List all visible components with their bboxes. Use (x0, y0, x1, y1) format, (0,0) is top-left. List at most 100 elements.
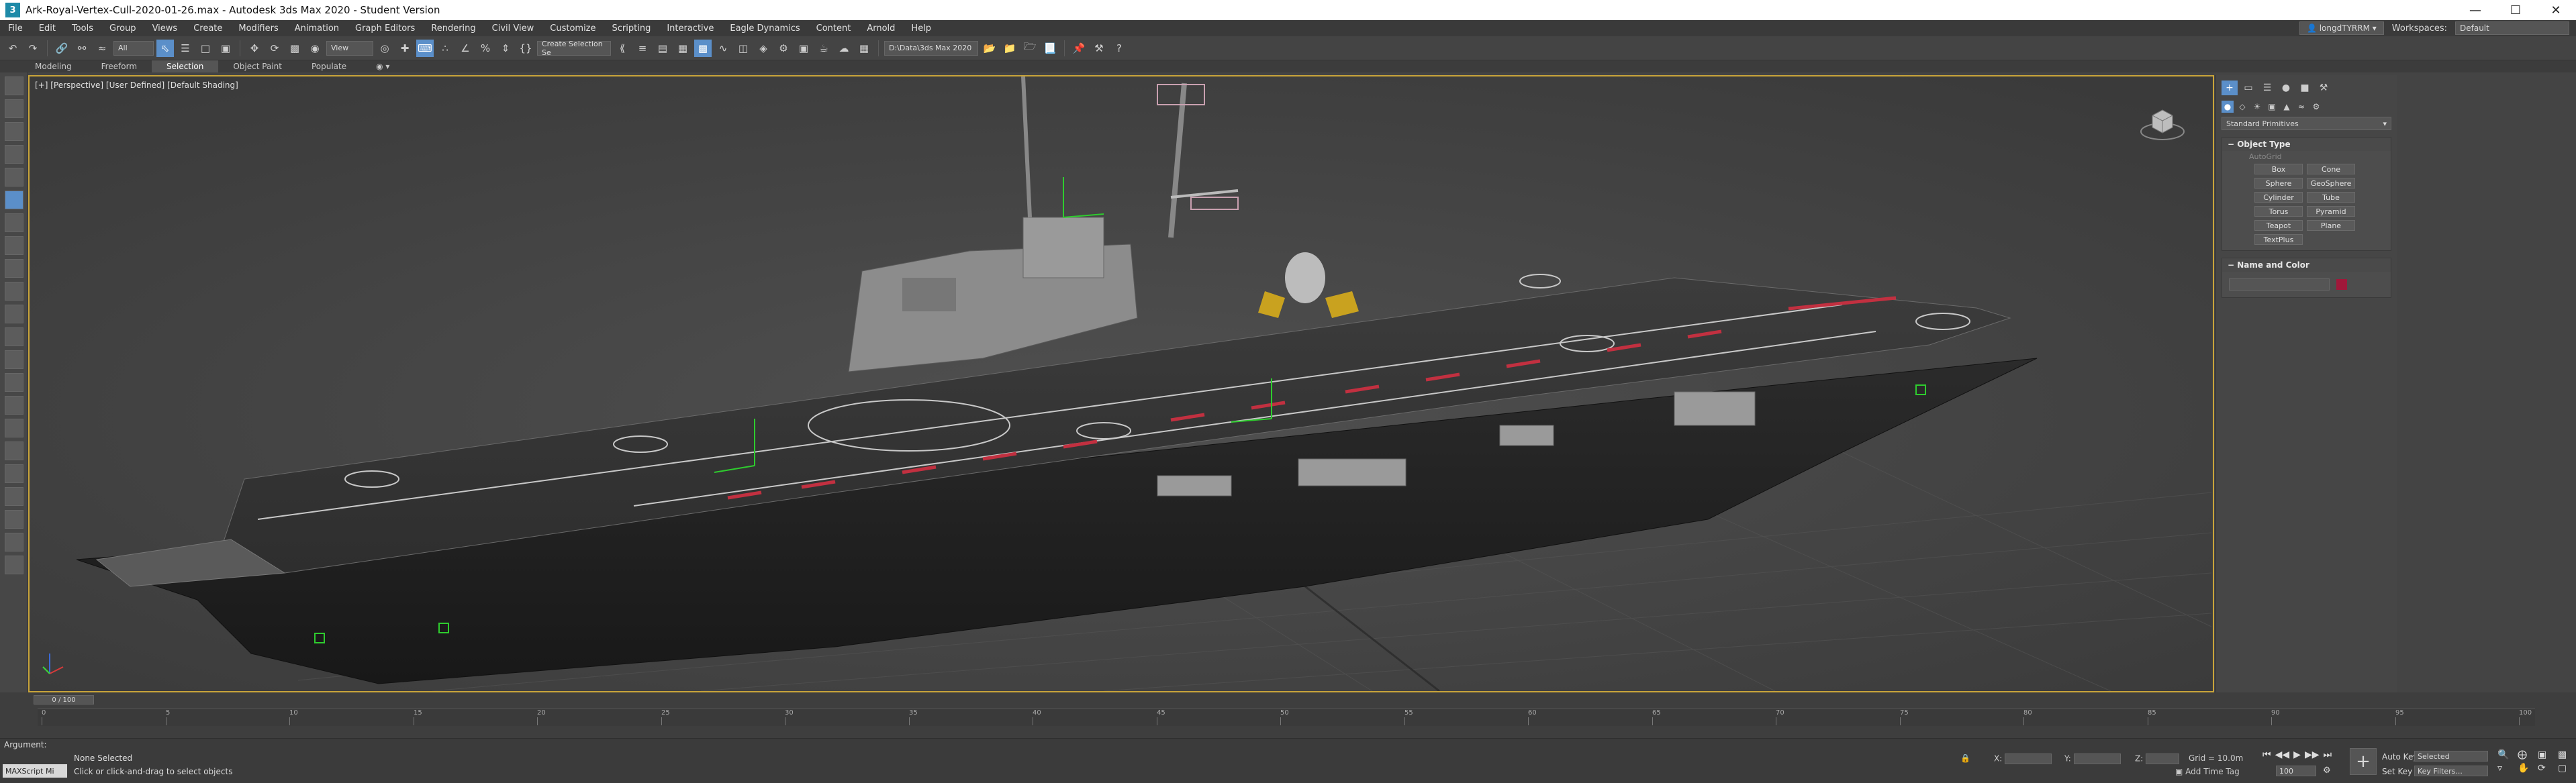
percent-snap-icon[interactable]: % (477, 40, 494, 57)
coord-x-field[interactable] (2005, 753, 2052, 764)
menu-scripting[interactable]: Scripting (604, 23, 659, 34)
select-manipulate-icon[interactable]: ✚ (396, 40, 414, 57)
scene-explorer-toggle-icon[interactable] (5, 76, 23, 95)
scene-tool-icon[interactable] (5, 259, 23, 278)
helpers-icon[interactable]: ▲ (2281, 101, 2293, 113)
scene-tool-icon[interactable] (5, 487, 23, 506)
tools-icon[interactable]: ⚒ (1090, 40, 1108, 57)
object-name-field[interactable] (2229, 278, 2330, 291)
link-icon[interactable]: 🔗 (53, 40, 70, 57)
tab-selection[interactable]: Selection (152, 60, 219, 72)
cylinder-button[interactable]: Cylinder (2254, 192, 2303, 203)
sphere-button[interactable]: Sphere (2254, 178, 2303, 189)
scene-tool-icon[interactable] (5, 191, 23, 209)
scene-tool-icon[interactable] (5, 145, 23, 164)
maximize-viewport-icon[interactable]: ▢ (2558, 763, 2575, 774)
coord-z-field[interactable] (2146, 753, 2180, 764)
scene-tool-icon[interactable] (5, 396, 23, 415)
tube-button[interactable]: Tube (2307, 192, 2355, 203)
zoom-all-icon[interactable]: ⨁ (2518, 749, 2535, 760)
curve-editor-icon[interactable]: ∿ (714, 40, 732, 57)
scene-tool-icon[interactable] (5, 122, 23, 141)
toggle-scene-explorer-icon[interactable]: ▤ (654, 40, 671, 57)
open-a360-gallery-icon[interactable]: ▦ (855, 40, 873, 57)
key-mode-icon[interactable]: ⚙ (2323, 766, 2331, 776)
coord-y[interactable]: Y: (2064, 753, 2121, 764)
menu-eagle-dynamics[interactable]: Eagle Dynamics (722, 23, 808, 34)
display-tab-icon[interactable]: ■ (2297, 81, 2313, 95)
scene-tool-icon[interactable] (5, 350, 23, 369)
menu-modifiers[interactable]: Modifiers (230, 23, 286, 34)
pan-view-icon[interactable]: ✋ (2518, 763, 2535, 774)
select-object-icon[interactable]: ⬁ (156, 39, 174, 57)
key-filters-button[interactable]: Key Filters... (2414, 766, 2488, 776)
scene-tool-icon[interactable] (5, 533, 23, 552)
object-color-swatch[interactable] (2336, 279, 2347, 290)
selection-filter-dropdown[interactable]: All (113, 40, 154, 56)
orbit-icon[interactable]: ⟳ (2538, 763, 2555, 774)
menu-animation[interactable]: Animation (287, 23, 347, 34)
rotate-icon[interactable]: ⟳ (266, 40, 283, 57)
go-to-start-icon[interactable]: ⏮ (2262, 749, 2271, 760)
plane-button[interactable]: Plane (2307, 220, 2355, 231)
render-in-cloud-icon[interactable]: ☁ (835, 40, 853, 57)
scene-tool-icon[interactable] (5, 213, 23, 232)
coord-x[interactable]: X: (1994, 753, 2052, 764)
keyboard-shortcut-override-icon[interactable]: ⌨ (416, 39, 434, 57)
add-time-tag[interactable]: ▣ Add Time Tag (2175, 767, 2240, 776)
render-setup-icon[interactable]: ⚙ (775, 40, 792, 57)
rectangular-selection-icon[interactable]: □ (197, 40, 214, 57)
move-icon[interactable]: ✥ (246, 40, 263, 57)
pin-icon[interactable]: 📌 (1070, 40, 1088, 57)
scene-tool-icon[interactable] (5, 236, 23, 255)
undo-icon[interactable]: ↶ (4, 40, 21, 57)
tab-populate[interactable]: Populate (297, 60, 361, 72)
scene-tool-icon[interactable] (5, 464, 23, 483)
key-selection-dropdown[interactable]: Selected (2414, 751, 2488, 762)
toggle-layer-explorer-icon[interactable]: ▦ (674, 40, 691, 57)
name-and-color-header[interactable]: − Name and Color (2222, 258, 2391, 272)
scene-tool-icon[interactable] (5, 510, 23, 529)
scene-tool-icon[interactable] (5, 282, 23, 301)
menu-tools[interactable]: Tools (64, 23, 101, 34)
zoom-extents-all-icon[interactable]: ▩ (2558, 749, 2575, 760)
current-frame-field[interactable]: 100 (2276, 766, 2316, 776)
menu-edit[interactable]: Edit (31, 23, 64, 34)
previous-frame-icon[interactable]: ◀◀ (2275, 749, 2290, 760)
toggle-ribbon-icon[interactable]: ▩ (694, 39, 712, 57)
render-production-icon[interactable]: ☕ (815, 40, 832, 57)
tab-modeling[interactable]: Modeling (20, 60, 87, 72)
scene-tool-icon[interactable] (5, 305, 23, 323)
edit-named-selection-icon[interactable]: {} (517, 40, 534, 57)
scene-tool-icon[interactable] (5, 441, 23, 460)
scene-tool-icon[interactable] (5, 168, 23, 187)
scene-tool-icon[interactable] (5, 99, 23, 118)
viewport-label[interactable]: [+] [Perspective] [User Defined] [Defaul… (35, 81, 238, 90)
play-icon[interactable]: ▶ (2293, 749, 2301, 760)
menu-customize[interactable]: Customize (542, 23, 604, 34)
zoom-extents-icon[interactable]: ▣ (2538, 749, 2555, 760)
zoom-icon[interactable]: 🔍 (2497, 749, 2515, 760)
utilities-tab-icon[interactable]: ⚒ (2316, 81, 2332, 95)
reference-coordinate-dropdown[interactable]: View (326, 40, 373, 56)
angle-snap-icon[interactable]: ∠ (457, 40, 474, 57)
menu-file[interactable]: File (0, 23, 31, 34)
menu-content[interactable]: Content (808, 23, 859, 34)
primitive-category-dropdown[interactable]: Standard Primitives ▾ (2222, 117, 2391, 130)
pyramid-button[interactable]: Pyramid (2307, 206, 2355, 217)
space-warps-icon[interactable]: ≈ (2295, 101, 2307, 113)
systems-icon[interactable]: ⚙ (2310, 101, 2322, 113)
box-button[interactable]: Box (2254, 164, 2303, 174)
scene-tool-icon[interactable] (5, 373, 23, 392)
object-type-header[interactable]: − Object Type (2222, 138, 2391, 151)
user-account[interactable]: 👤 longdTYRRM ▾ (2299, 21, 2384, 35)
modify-tab-icon[interactable]: ▭ (2240, 81, 2256, 95)
menu-interactive[interactable]: Interactive (659, 23, 722, 34)
shapes-icon[interactable]: ◇ (2236, 101, 2248, 113)
tab-freeform[interactable]: Freeform (87, 60, 152, 72)
place-icon[interactable]: ◉ (306, 40, 324, 57)
scene-canvas[interactable] (30, 76, 2213, 691)
material-editor-icon[interactable]: ◈ (755, 40, 772, 57)
next-frame-icon[interactable]: ▶▶ (2305, 749, 2320, 760)
lock-selection-icon[interactable]: 🔒 (1960, 753, 1970, 763)
